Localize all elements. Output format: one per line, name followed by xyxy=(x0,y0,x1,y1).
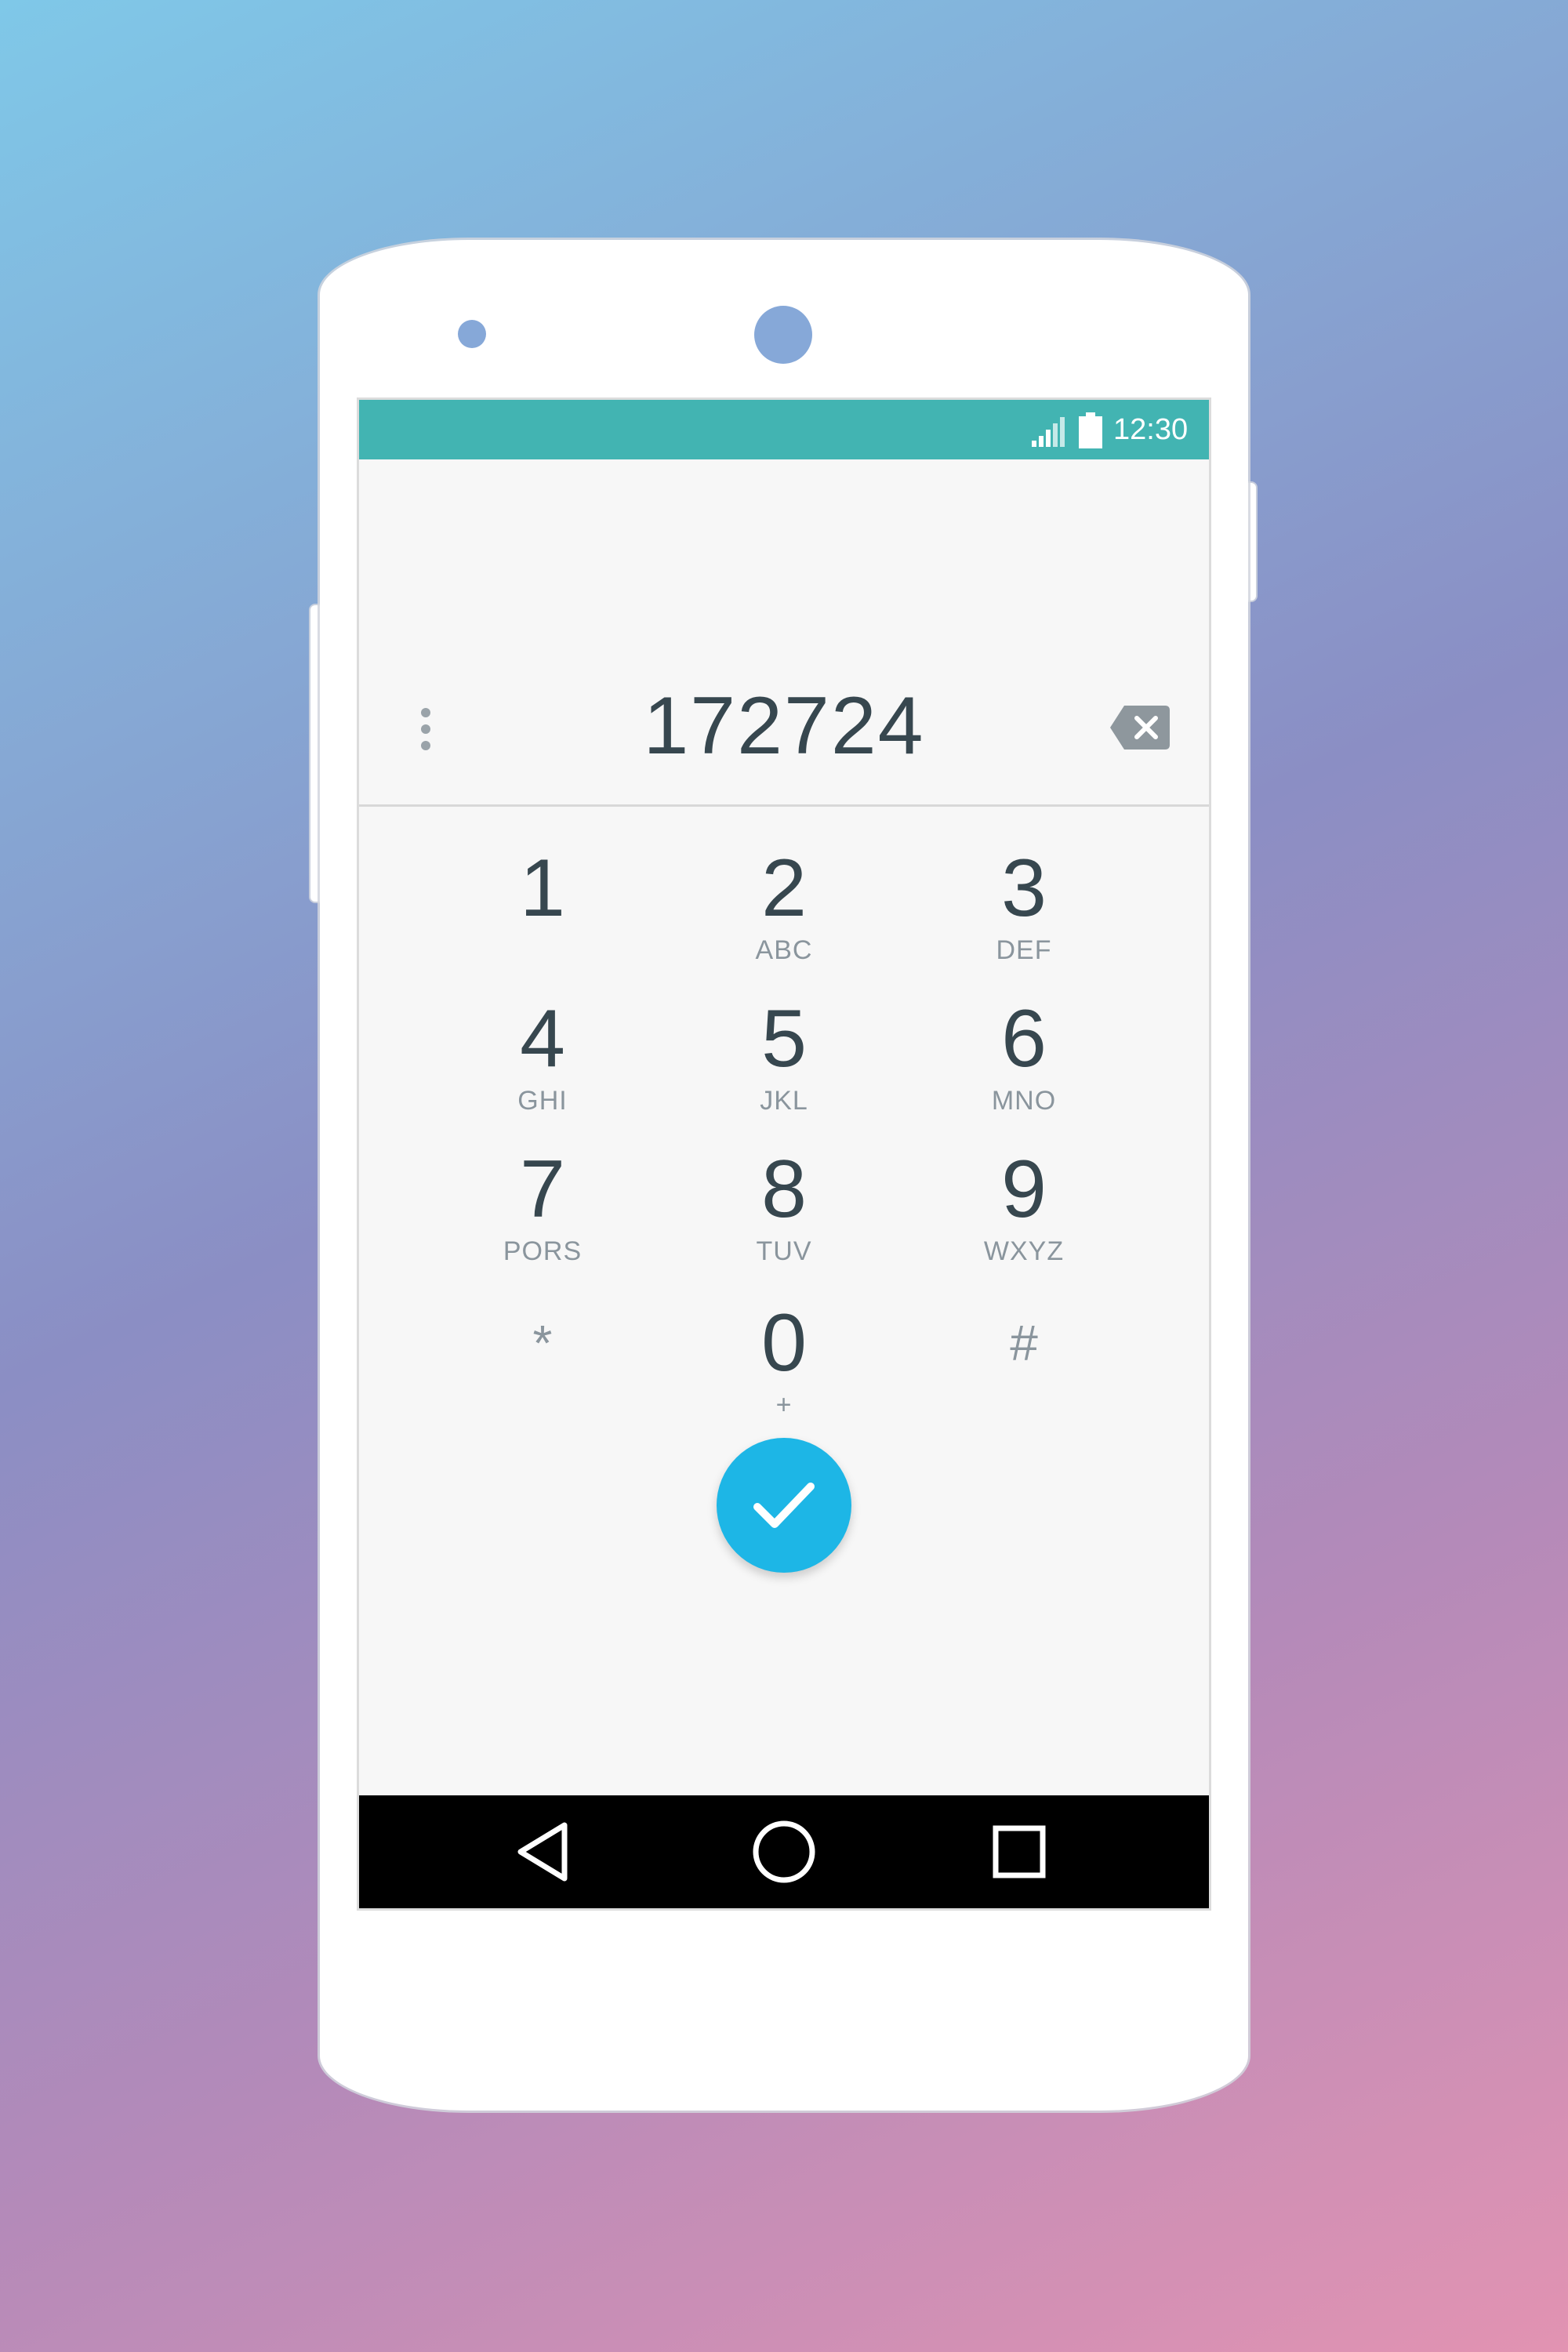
key-3[interactable]: 3 DEF xyxy=(946,842,1102,975)
check-icon xyxy=(753,1483,815,1528)
key-6[interactable]: 6 MNO xyxy=(946,993,1102,1126)
front-camera xyxy=(754,306,812,364)
key-letters: GHI xyxy=(517,1086,568,1116)
recents-square-icon[interactable] xyxy=(980,1813,1058,1891)
key-letters: ABC xyxy=(755,935,813,965)
key-symbol: # xyxy=(1010,1315,1038,1371)
key-letters: + xyxy=(775,1390,793,1420)
key-letters: MNO xyxy=(991,1086,1057,1116)
proximity-sensor xyxy=(458,320,486,348)
key-4[interactable]: 4 GHI xyxy=(464,993,621,1126)
back-triangle-icon[interactable] xyxy=(505,1813,583,1891)
key-digit: 8 xyxy=(761,1144,807,1235)
navigation-bar xyxy=(359,1795,1209,1908)
home-circle-icon[interactable] xyxy=(745,1813,823,1891)
key-letters: TUV xyxy=(756,1236,812,1266)
key-digit: 0 xyxy=(761,1298,807,1388)
key-digit: 4 xyxy=(520,993,565,1084)
key-digit: 1 xyxy=(520,843,565,934)
key-hash[interactable]: # xyxy=(946,1297,1102,1430)
dialpad: 1 2 ABC 3 DEF 4 GHI 5 JKL 6 MNO 7 PORS 8 xyxy=(359,400,1209,1908)
key-2[interactable]: 2 ABC xyxy=(706,842,862,975)
key-digit: 3 xyxy=(1001,843,1047,934)
key-star[interactable]: * xyxy=(464,1297,621,1430)
call-button[interactable] xyxy=(717,1438,851,1573)
key-digit: 2 xyxy=(761,843,807,934)
key-7[interactable]: 7 PORS xyxy=(464,1143,621,1276)
key-0[interactable]: 0 + xyxy=(706,1297,862,1430)
phone-screen: 12:30 172724 1 2 ABC 3 DEF 4 GHI 5 JKL 6… xyxy=(359,400,1209,1908)
key-digit: 9 xyxy=(1001,1144,1047,1235)
key-letters: WXYZ xyxy=(983,1236,1065,1266)
key-8[interactable]: 8 TUV xyxy=(706,1143,862,1276)
key-symbol: * xyxy=(532,1315,553,1371)
key-digit: 7 xyxy=(520,1144,565,1235)
key-letters: DEF xyxy=(996,935,1052,965)
key-digit: 6 xyxy=(1001,993,1047,1084)
key-letters: JKL xyxy=(760,1086,808,1116)
key-9[interactable]: 9 WXYZ xyxy=(946,1143,1102,1276)
key-1[interactable]: 1 xyxy=(464,842,621,975)
key-digit: 5 xyxy=(761,993,807,1084)
key-5[interactable]: 5 JKL xyxy=(706,993,862,1126)
key-letters: PORS xyxy=(503,1236,583,1266)
